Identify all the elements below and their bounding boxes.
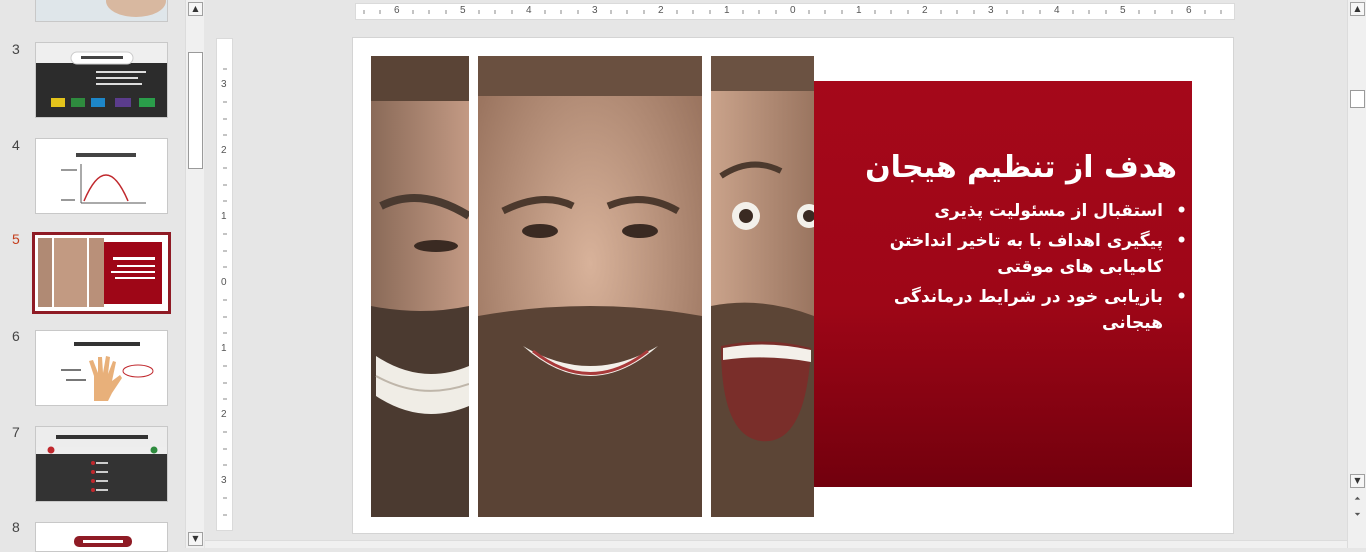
ruler-label: 2 [221,145,227,156]
ruler-label: 6 [1186,5,1192,16]
editor-scrollbar[interactable]: ▲ ▼ ⏶ ⏷ [1347,0,1366,548]
ruler-label: 3 [988,5,994,16]
next-slide-icon[interactable]: ⏷ [1350,509,1365,523]
ruler-ticks [363,10,1222,14]
face-image-strip-center[interactable] [478,56,702,517]
slide-number-active: 5 [12,231,20,247]
thumbnail-image [36,427,167,501]
angry-face-image [371,56,469,517]
ruler-label: 4 [1054,5,1060,16]
ruler-label: 1 [221,343,227,354]
slide-editor[interactable]: 6 5 4 3 2 1 0 1 2 3 4 5 6 3 2 1 0 1 2 3 … [205,0,1366,548]
thumbnail-scrollbar[interactable]: ▲ ▼ [185,0,204,548]
ruler-label: 2 [922,5,928,16]
ruler-label: 1 [856,5,862,16]
ruler-label: 1 [724,5,730,16]
ruler-label: 6 [394,5,400,16]
ruler-label: 3 [221,475,227,486]
slide-title[interactable]: هدف از تنظیم هیجان [865,150,1177,185]
ruler-label: 4 [526,5,532,16]
vertical-ruler[interactable]: 3 2 1 0 1 2 3 [216,38,233,531]
slide-thumbnail-5-selected[interactable] [32,232,171,314]
slide-thumbnail-4[interactable] [35,138,168,214]
thumbnail-image [36,0,167,21]
slide-thumbnail-3[interactable] [35,42,168,118]
slide-number: 3 [12,41,20,57]
thumbnail-image [35,235,168,311]
bullet-item[interactable]: استقبال از مسئولیت پذیری [887,198,1187,224]
ruler-label: 0 [790,5,796,16]
previous-slide-icon[interactable]: ⏶ [1350,493,1365,507]
horizontal-ruler[interactable]: 6 5 4 3 2 1 0 1 2 3 4 5 6 [355,3,1235,20]
ruler-label: 2 [221,409,227,420]
scrollbar-thumb[interactable] [1350,90,1365,108]
slide-thumbnail-7[interactable] [35,426,168,502]
smiling-face-image [478,56,702,517]
ruler-label: 1 [221,211,227,222]
slide-thumbnail-6[interactable] [35,330,168,406]
ruler-label: 0 [221,277,227,288]
bullet-item[interactable]: پیگیری اهداف با به تاخیر انداختن کامیابی… [887,228,1187,280]
slide-number: 7 [12,424,20,440]
ruler-label: 2 [658,5,664,16]
scroll-up-arrow-icon[interactable]: ▲ [1350,2,1365,16]
thumbnail-image [36,43,167,117]
slide-number: 4 [12,137,20,153]
bullet-list[interactable]: استقبال از مسئولیت پذیری پیگیری اهداف با… [887,198,1187,340]
ruler-label: 3 [221,79,227,90]
horizontal-scrollbar[interactable] [205,540,1347,548]
scroll-down-arrow-icon[interactable]: ▼ [188,532,203,546]
ruler-label: 5 [460,5,466,16]
thumbnail-image [36,139,167,213]
slide-thumbnail-2[interactable] [35,0,168,22]
surprised-face-image [711,56,814,517]
scroll-up-arrow-icon[interactable]: ▲ [188,2,203,16]
slide-number: 8 [12,519,20,535]
scrollbar-thumb[interactable] [188,52,203,169]
slide-canvas[interactable]: هدف از تنظیم هیجان استقبال از مسئولیت پذ… [352,37,1234,534]
ruler-label: 3 [592,5,598,16]
slide-thumbnail-pane[interactable]: 3 4 5 6 7 8 [0,0,184,552]
slide-number: 6 [12,328,20,344]
scroll-down-arrow-icon[interactable]: ▼ [1350,474,1365,488]
thumbnail-image [36,331,167,405]
bullet-item[interactable]: بازیابی خود در شرایط درماندگی هیجانی [887,284,1187,336]
ruler-label: 5 [1120,5,1126,16]
face-image-strip-left[interactable] [371,56,469,517]
face-image-strip-right[interactable] [711,56,814,517]
